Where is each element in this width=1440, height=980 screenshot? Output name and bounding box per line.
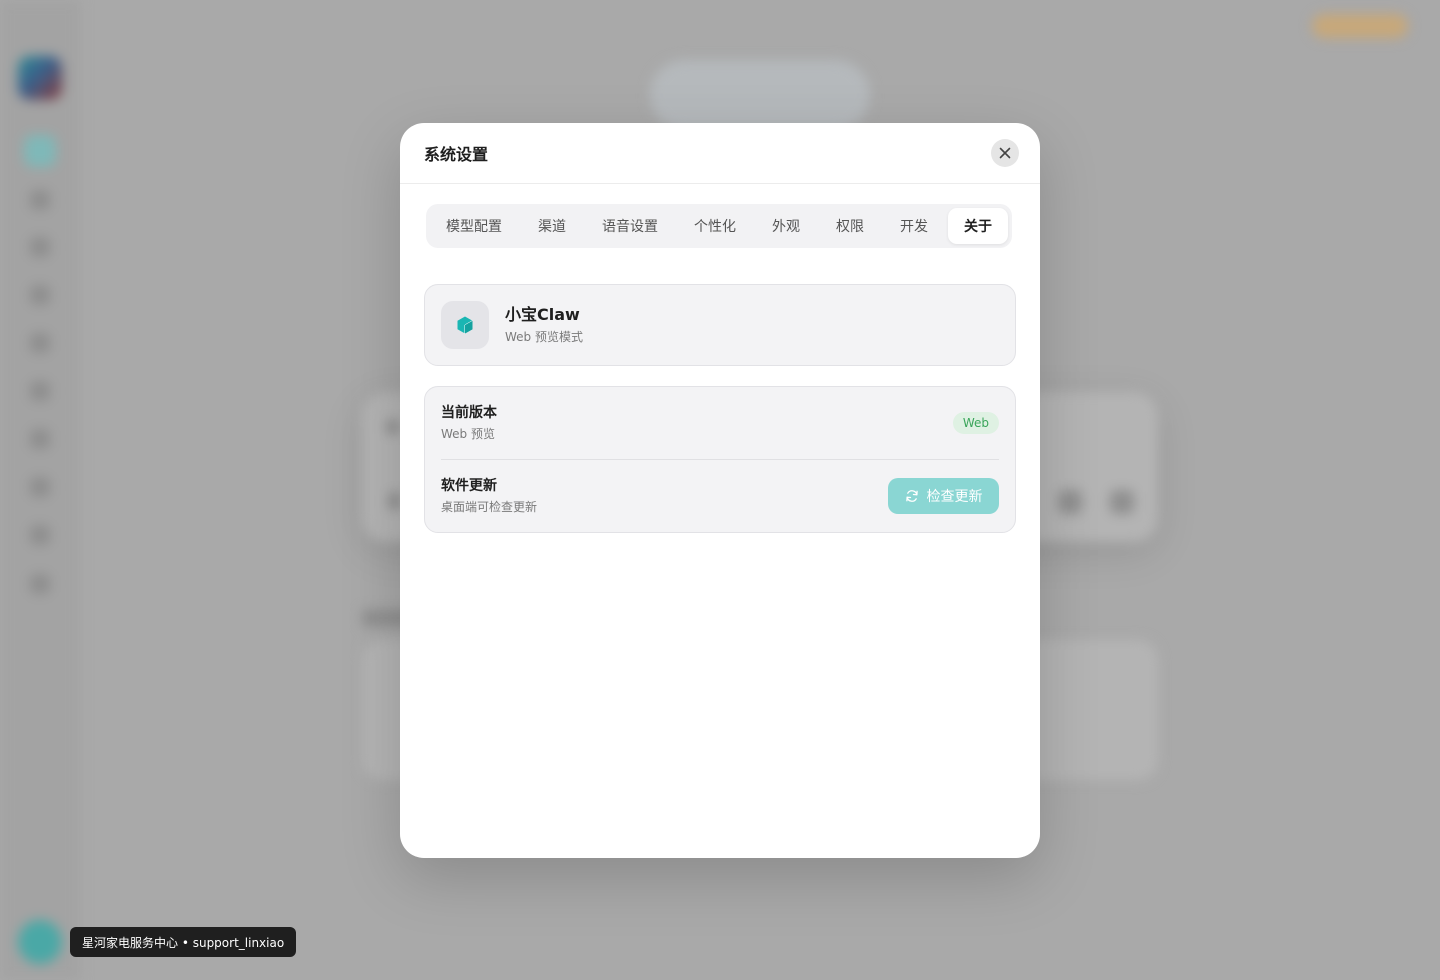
cube-icon [457, 316, 473, 334]
tab-personalization[interactable]: 个性化 [678, 208, 752, 244]
current-version-label: 当前版本 [441, 405, 497, 421]
software-update-description: 桌面端可检查更新 [441, 500, 538, 514]
app-icon-tile [441, 301, 489, 349]
sidebar-item [30, 477, 50, 497]
app-name: 小宝Claw [505, 305, 580, 324]
sidebar-item [30, 237, 50, 257]
check-update-label: 检查更新 [926, 489, 983, 505]
tab-voice-settings[interactable]: 语音设置 [586, 208, 674, 244]
sidebar-item-chat [24, 135, 56, 167]
settings-tabs: 模型配置 渠道 语音设置 个性化 外观 权限 开发 关于 [426, 204, 1012, 248]
tab-channels[interactable]: 渠道 [522, 208, 582, 244]
mic-icon [1058, 490, 1082, 514]
modal-title: 系统设置 [424, 145, 489, 164]
input-placeholder-mark [386, 420, 400, 434]
modal-header: 系统设置 [400, 123, 1040, 184]
sidebar-item [30, 190, 50, 210]
sidebar-item [30, 574, 50, 594]
tab-about[interactable]: 关于 [948, 208, 1008, 244]
sidebar-item [30, 429, 50, 449]
version-info-card: 当前版本 Web 预览 Web 软件更新 桌面端可检查更新 检查更新 [424, 386, 1016, 533]
app-mode: Web 预览模式 [505, 330, 583, 344]
sidebar-item [30, 381, 50, 401]
hero-decoration [650, 60, 870, 130]
close-button[interactable] [991, 139, 1019, 167]
app-logo [18, 56, 62, 100]
version-badge: Web [952, 412, 999, 434]
software-update-text: 软件更新 桌面端可检查更新 [441, 476, 537, 516]
user-avatar [18, 920, 62, 964]
tab-model-config[interactable]: 模型配置 [430, 208, 518, 244]
sidebar-item [30, 525, 50, 545]
software-update-row: 软件更新 桌面端可检查更新 检查更新 [441, 459, 999, 532]
current-version-text: 当前版本 Web 预览 [441, 403, 497, 443]
sidebar [0, 0, 80, 980]
refresh-icon [905, 490, 918, 502]
top-badge [1312, 14, 1408, 38]
tab-developer[interactable]: 开发 [884, 208, 944, 244]
check-update-button[interactable]: 检查更新 [888, 478, 999, 514]
sidebar-item [30, 333, 50, 353]
tab-permissions[interactable]: 权限 [820, 208, 880, 244]
settings-modal: 系统设置 模型配置 渠道 语音设置 个性化 外观 权限 开发 关于 小宝Claw… [400, 123, 1040, 858]
sidebar-item [30, 285, 50, 305]
close-icon [999, 147, 1011, 159]
current-version-row: 当前版本 Web 预览 Web [441, 387, 999, 459]
tab-appearance[interactable]: 外观 [756, 208, 816, 244]
send-icon [1110, 490, 1134, 514]
user-tooltip: 星河家电服务中心 • support_linxiao [70, 927, 297, 957]
software-update-label: 软件更新 [441, 478, 497, 494]
app-info-card: 小宝Claw Web 预览模式 [424, 284, 1016, 366]
app-text: 小宝Claw Web 预览模式 [505, 304, 583, 346]
current-version-value: Web 预览 [441, 427, 495, 441]
